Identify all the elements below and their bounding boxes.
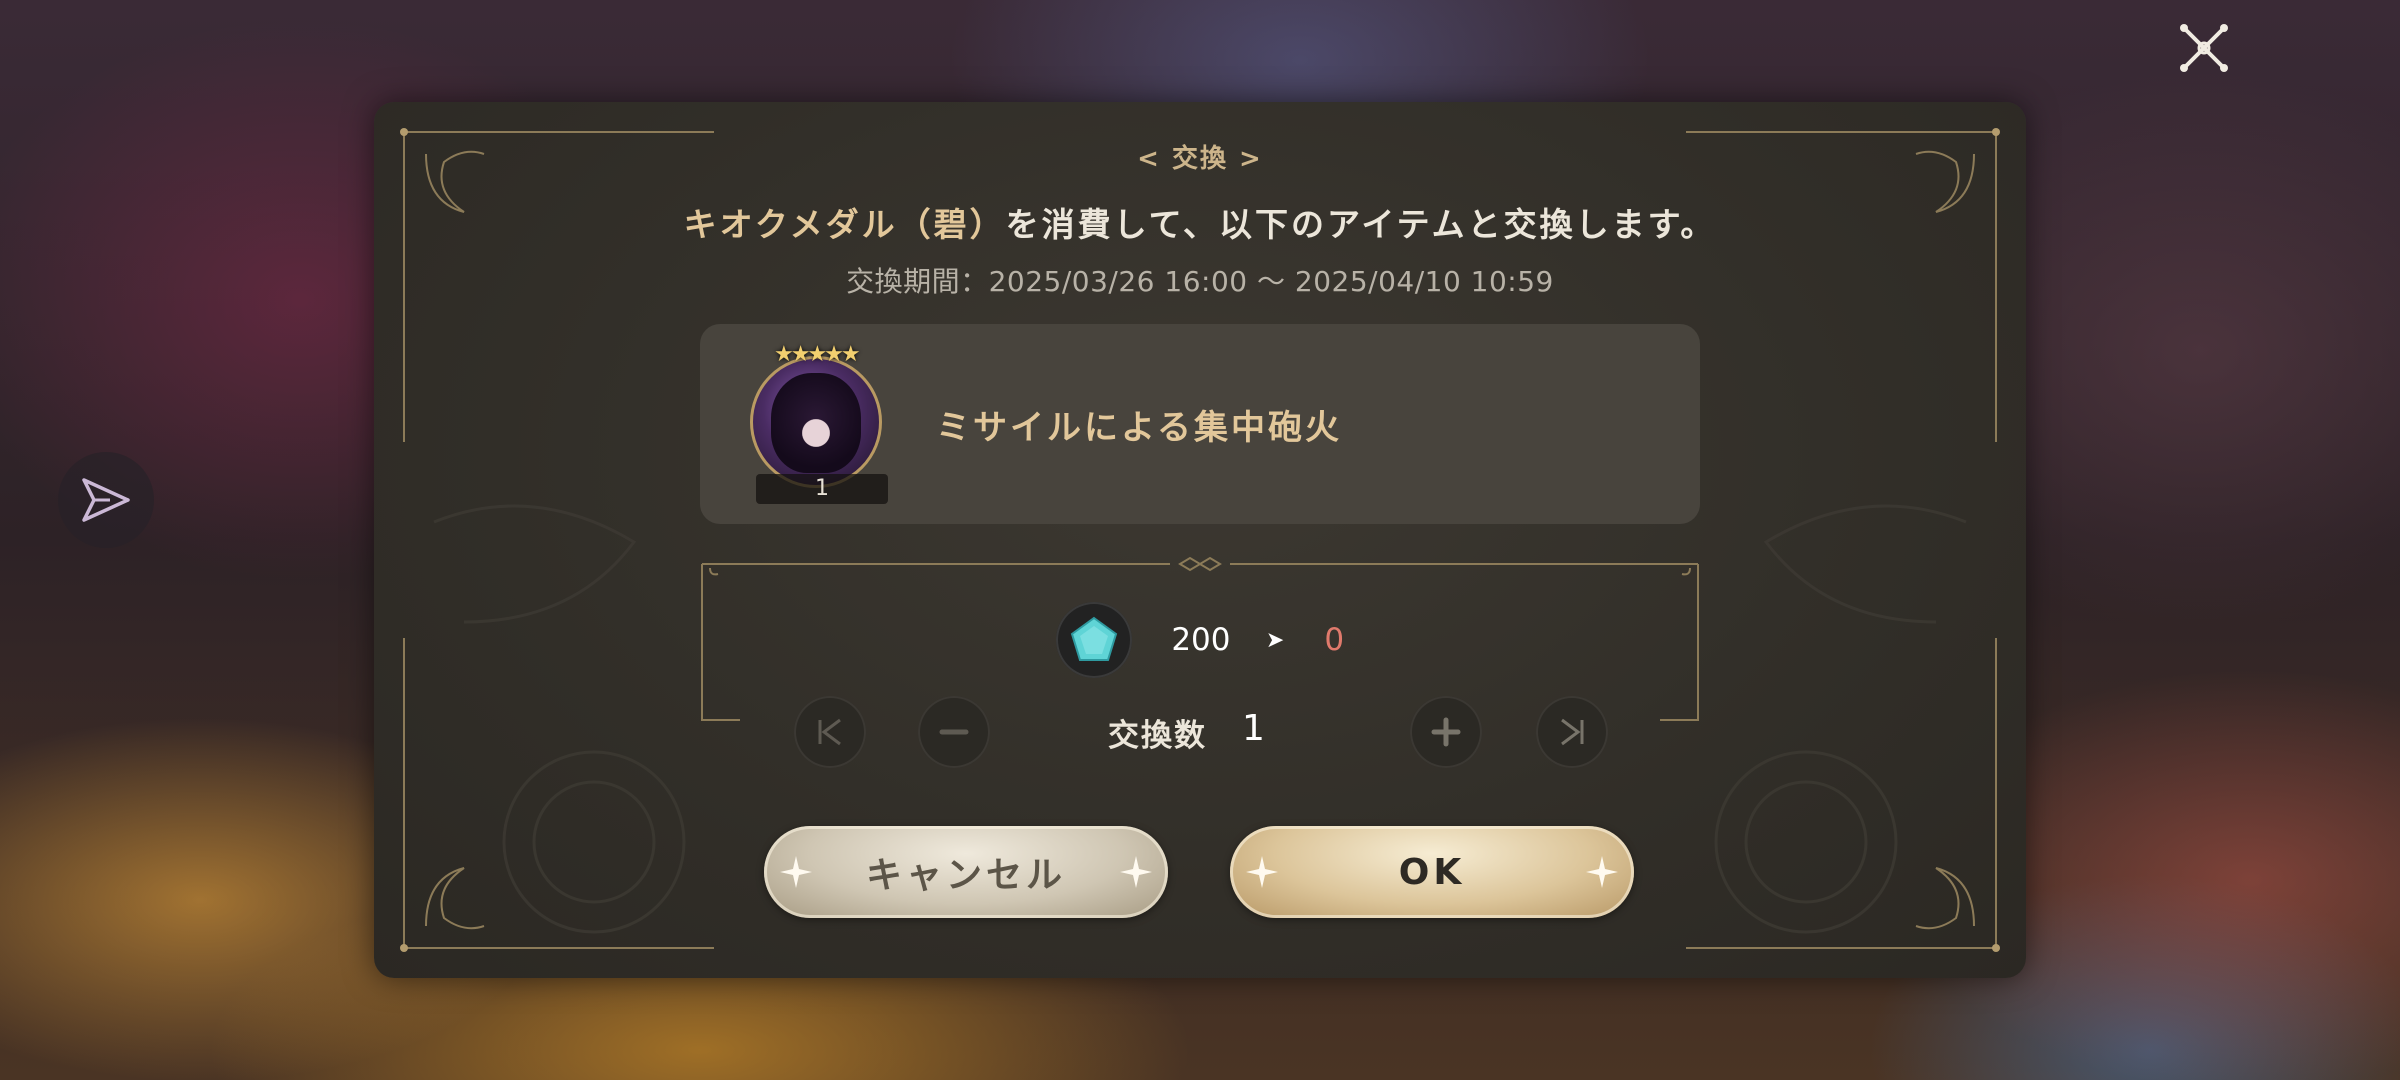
gem-icon	[1070, 616, 1118, 661]
message-text: を消費して、以下のアイテムと交換します。	[1005, 205, 1717, 244]
cost-before: 200	[1171, 622, 1231, 658]
increment-button[interactable]	[1410, 696, 1482, 768]
ok-button[interactable]: OK	[1230, 826, 1634, 918]
item-count: 1	[756, 474, 888, 504]
cost-row: 200 ➤ 0	[700, 602, 1700, 678]
sparkle-icon	[1120, 856, 1152, 888]
exchange-period: 交換期間：2025/03/26 16:00 ～ 2025/04/10 10:59	[846, 265, 1554, 298]
character-portrait	[771, 373, 861, 473]
gem-badge	[1055, 602, 1132, 678]
exchange-dialog: < 交換 > キオクメダル（碧）を消費して、以下のアイテムと交換します。 交換期…	[374, 102, 2026, 978]
sparkle-icon	[1586, 856, 1618, 888]
quantity-value: 1	[1242, 708, 1265, 749]
decrement-button[interactable]	[918, 696, 990, 768]
dialog-title: < 交換 >	[1137, 144, 1263, 174]
share-button[interactable]	[58, 452, 154, 548]
cancel-label: キャンセル	[865, 855, 1066, 896]
arrow-icon: ➤	[1265, 627, 1285, 653]
skip-last-icon	[1561, 718, 1584, 746]
ok-label: OK	[1398, 851, 1466, 893]
close-button[interactable]	[2174, 18, 2234, 78]
quantity-label: 交換数	[1108, 718, 1207, 754]
cancel-button[interactable]: キャンセル	[764, 826, 1168, 918]
min-quantity-button[interactable]	[794, 696, 866, 768]
cost-after: 0	[1324, 622, 1345, 658]
item-card: ★★★★★ 1 ミサイルによる集中砲火	[700, 324, 1700, 524]
dialog-message: キオクメダル（碧）を消費して、以下のアイテムと交換します。	[374, 198, 2026, 246]
skip-first-icon	[818, 718, 841, 746]
share-icon	[82, 478, 130, 522]
close-icon	[2180, 24, 2228, 72]
currency-name: キオクメダル（碧）	[683, 205, 1006, 244]
item-thumbnail[interactable]	[750, 356, 882, 488]
sparkle-icon	[1246, 856, 1278, 888]
quantity-stepper: 交換数 1	[374, 696, 2026, 774]
minus-icon	[939, 729, 969, 735]
sparkle-icon	[780, 856, 812, 888]
rarity-stars: ★★★★★	[774, 342, 861, 367]
item-name: ミサイルによる集中砲火	[936, 408, 1342, 448]
max-quantity-button[interactable]	[1536, 696, 1608, 768]
plus-icon	[1431, 717, 1461, 747]
